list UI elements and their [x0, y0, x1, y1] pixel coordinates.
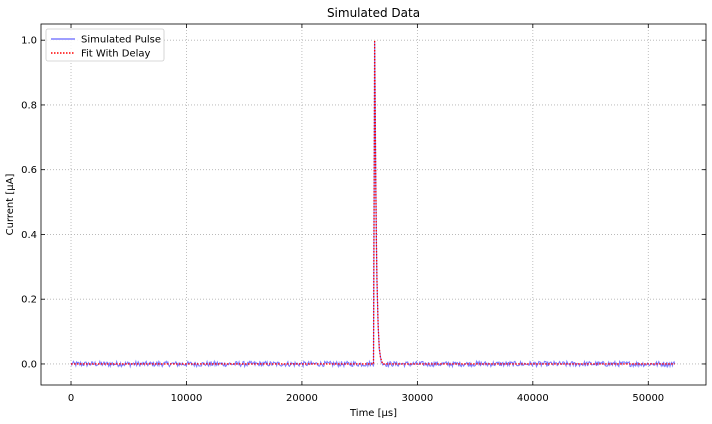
- chart: Simulated Data 0 10000 20000 30000 40000 5000…: [5, 6, 707, 419]
- x-tick-label: 50000: [632, 393, 664, 404]
- ticks: 0 10000 20000 30000 40000 50000 0.0 0.2 0.4 0.6 0.…: [21, 24, 706, 404]
- series-layer: [70, 40, 676, 369]
- y-tick-label: 0.0: [21, 359, 37, 370]
- y-axis-label: Current [µA]: [5, 174, 16, 236]
- y-tick-label: 1.0: [21, 36, 37, 47]
- y-tick-label: 0.2: [21, 295, 37, 306]
- legend: Simulated Pulse Fit With Delay: [45, 28, 165, 62]
- legend-label: Fit With Delay: [81, 49, 151, 60]
- chart-title: Simulated Data: [327, 6, 420, 20]
- series-line-fit-with-delay: [71, 40, 675, 365]
- series-line-simulated-pulse: [70, 41, 676, 369]
- y-tick-label: 0.6: [21, 165, 37, 176]
- x-tick-label: 20000: [286, 393, 318, 404]
- x-tick-label: 0: [68, 393, 74, 404]
- y-tick-label: 0.4: [21, 230, 37, 241]
- legend-label: Simulated Pulse: [81, 35, 161, 46]
- y-tick-label: 0.8: [21, 100, 37, 111]
- x-tick-label: 40000: [517, 393, 549, 404]
- x-tick-label: 30000: [401, 393, 433, 404]
- x-tick-label: 10000: [171, 393, 203, 404]
- x-axis-label: Time [µs]: [349, 408, 397, 419]
